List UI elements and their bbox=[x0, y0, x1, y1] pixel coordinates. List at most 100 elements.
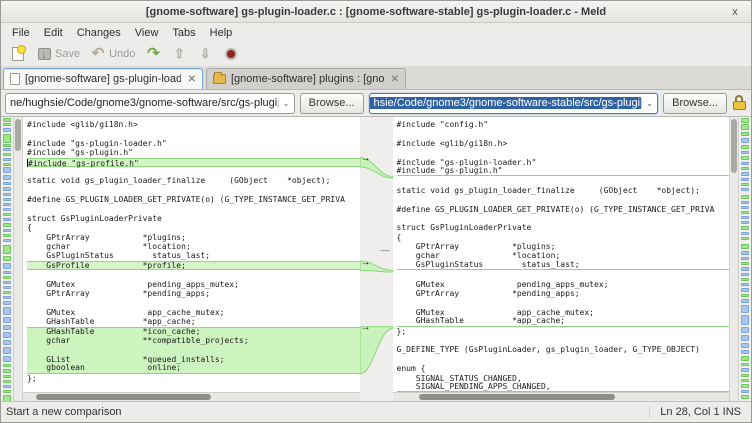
chunk-mark[interactable] bbox=[741, 156, 749, 160]
tab-close-icon[interactable]: ✕ bbox=[389, 74, 399, 85]
chunk-mark[interactable] bbox=[741, 138, 749, 143]
chunk-mark[interactable] bbox=[741, 299, 749, 303]
save-button[interactable]: Save bbox=[33, 45, 83, 63]
chunk-mark[interactable] bbox=[741, 350, 749, 354]
chunk-mark[interactable] bbox=[741, 335, 749, 341]
code-line[interactable]: #include "gs-plugin.h" bbox=[397, 167, 730, 176]
chunk-mark[interactable] bbox=[3, 239, 11, 242]
chunk-mark[interactable] bbox=[3, 281, 11, 284]
chunk-mark[interactable] bbox=[3, 395, 11, 401]
code-line[interactable]: G_DEFINE_TYPE (GsPluginLoader, gs_plugin… bbox=[397, 345, 730, 354]
chunk-mark[interactable] bbox=[3, 364, 11, 367]
chunk-mark[interactable] bbox=[741, 294, 749, 297]
chunk-mark[interactable] bbox=[3, 123, 11, 126]
tab-close-icon[interactable]: ✕ bbox=[186, 74, 196, 85]
chunk-mark[interactable] bbox=[3, 317, 11, 323]
chunk-mark[interactable] bbox=[741, 395, 749, 399]
chunk-mark[interactable] bbox=[3, 271, 11, 274]
scrollbar-thumb[interactable] bbox=[731, 119, 737, 173]
code-line[interactable]: GsPluginStatus status_last; bbox=[397, 261, 730, 270]
chunk-mark[interactable] bbox=[741, 251, 749, 255]
code-line[interactable] bbox=[397, 298, 730, 307]
code-line[interactable] bbox=[27, 205, 360, 214]
chunk-mark[interactable] bbox=[3, 167, 11, 173]
code-line[interactable] bbox=[27, 383, 360, 392]
code-line[interactable]: #include "gs-plugin.h" bbox=[27, 148, 360, 157]
chunk-mark[interactable] bbox=[741, 379, 749, 382]
right-horizontal-scrollbar[interactable] bbox=[393, 392, 730, 401]
code-line[interactable] bbox=[397, 148, 730, 157]
chunk-mark[interactable] bbox=[741, 262, 749, 265]
chunk-mark[interactable] bbox=[3, 118, 11, 122]
chunk-mark[interactable] bbox=[3, 301, 11, 305]
chunk-mark[interactable] bbox=[741, 273, 749, 276]
chunk-mark[interactable] bbox=[741, 384, 749, 388]
previous-change-button[interactable]: ⇧ bbox=[168, 45, 190, 63]
menu-changes[interactable]: Changes bbox=[70, 25, 128, 41]
menu-edit[interactable]: Edit bbox=[37, 25, 70, 41]
code-line[interactable] bbox=[397, 214, 730, 223]
scrollbar-thumb[interactable] bbox=[36, 394, 211, 400]
chunk-mark[interactable] bbox=[741, 278, 749, 281]
left-file-combo[interactable]: ne/hughsie/Code/gnome3/gnome-software/sr… bbox=[5, 93, 295, 114]
chunk-mark[interactable] bbox=[741, 226, 749, 230]
chunk-mark[interactable] bbox=[741, 172, 749, 176]
chunk-mark[interactable] bbox=[741, 244, 749, 249]
chunk-mark[interactable] bbox=[741, 237, 749, 240]
scrollbar-thumb[interactable] bbox=[419, 394, 614, 400]
window-close-icon[interactable]: x bbox=[728, 5, 742, 19]
menu-view[interactable]: View bbox=[128, 25, 166, 41]
new-comparison-button[interactable] bbox=[7, 45, 29, 63]
chunk-mark[interactable] bbox=[3, 347, 11, 354]
chunk-mark[interactable] bbox=[741, 390, 749, 393]
right-vertical-scrollbar[interactable] bbox=[729, 117, 738, 401]
chunk-mark[interactable] bbox=[741, 178, 749, 181]
chunk-mark[interactable] bbox=[741, 356, 749, 361]
right-browse-button[interactable]: Browse... bbox=[663, 93, 727, 114]
chunk-mark[interactable] bbox=[3, 234, 11, 237]
chunk-mark[interactable] bbox=[741, 368, 749, 372]
chunk-mark[interactable] bbox=[3, 380, 11, 383]
code-line[interactable]: GPtrArray *pending_apps; bbox=[27, 289, 360, 298]
chunk-mark[interactable] bbox=[3, 203, 11, 206]
chunk-mark[interactable] bbox=[741, 167, 749, 170]
code-line[interactable]: gboolean online; bbox=[27, 364, 360, 373]
chunk-mark[interactable] bbox=[3, 369, 11, 373]
menu-help[interactable]: Help bbox=[203, 25, 240, 41]
code-line[interactable] bbox=[397, 336, 730, 345]
chunk-mark[interactable] bbox=[741, 343, 749, 348]
chunk-mark[interactable] bbox=[3, 286, 11, 289]
chunk-mark[interactable] bbox=[741, 162, 749, 165]
chunk-mark[interactable] bbox=[741, 305, 749, 313]
code-line[interactable] bbox=[397, 176, 730, 185]
code-line[interactable]: GPtrArray *pending_apps; bbox=[397, 289, 730, 298]
chunk-mark[interactable] bbox=[3, 375, 11, 378]
left-chunk-map[interactable] bbox=[1, 117, 14, 401]
chunk-mark[interactable] bbox=[3, 158, 11, 161]
stop-button[interactable] bbox=[220, 45, 242, 63]
code-line[interactable]: GsProfile *profile; bbox=[27, 261, 360, 270]
chunk-mark[interactable] bbox=[741, 315, 749, 325]
code-line[interactable] bbox=[397, 355, 730, 364]
left-browse-button[interactable]: Browse... bbox=[300, 93, 364, 114]
chunk-mark[interactable] bbox=[3, 229, 11, 232]
code-line[interactable]: GMutex pending_apps_mutex; bbox=[27, 280, 360, 289]
code-line[interactable]: #include "config.h" bbox=[397, 120, 730, 129]
chunk-mark[interactable] bbox=[3, 263, 11, 269]
chunk-mark[interactable] bbox=[3, 213, 11, 216]
chunk-mark[interactable] bbox=[741, 363, 749, 366]
chunk-mark[interactable] bbox=[3, 307, 11, 315]
chunk-mark[interactable] bbox=[741, 195, 749, 199]
code-line[interactable]: struct GsPluginLoaderPrivate bbox=[397, 223, 730, 232]
chunk-mark[interactable] bbox=[3, 198, 11, 201]
chunk-mark[interactable] bbox=[3, 325, 11, 330]
chunk-mark[interactable] bbox=[3, 291, 11, 294]
code-line[interactable] bbox=[27, 129, 360, 138]
code-line[interactable] bbox=[27, 298, 360, 307]
chunk-mark[interactable] bbox=[741, 145, 749, 149]
code-line[interactable]: { bbox=[27, 223, 360, 232]
code-line[interactable]: { bbox=[397, 233, 730, 242]
apply-change-right-icon[interactable]: → bbox=[361, 323, 371, 333]
code-line[interactable]: static void gs_plugin_loader_finalize (G… bbox=[397, 186, 730, 195]
code-line[interactable] bbox=[397, 270, 730, 279]
